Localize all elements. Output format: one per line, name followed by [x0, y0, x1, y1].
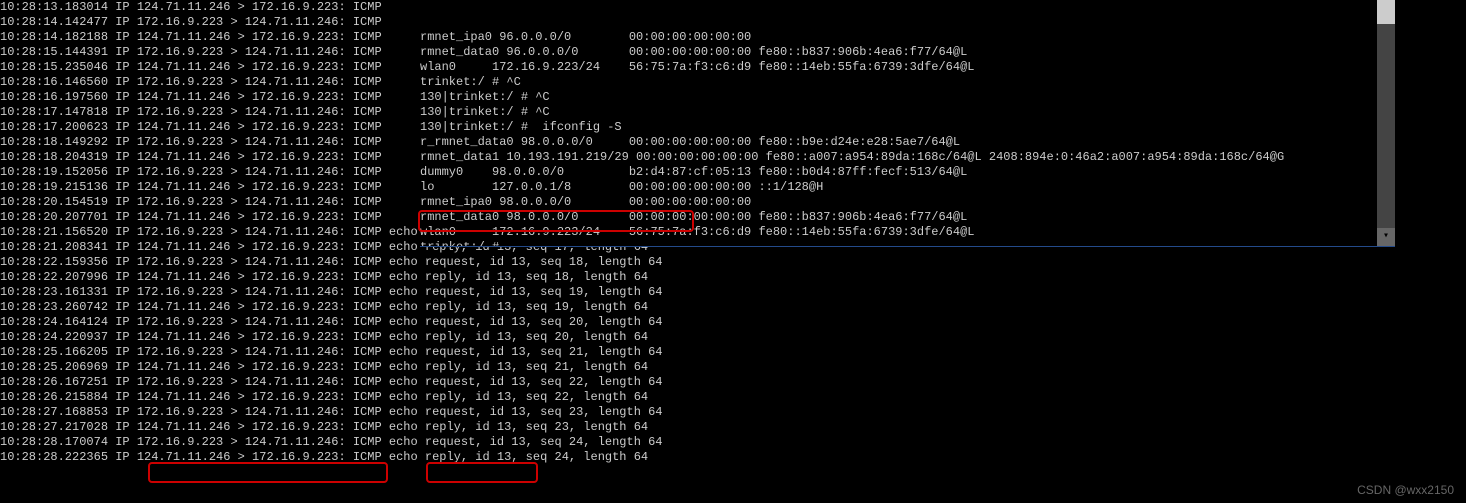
shell-overlay-text: rmnet_ipa0 96.0.0.0/0 00:00:00:00:00:00 …	[420, 30, 1395, 247]
tcpdump-bottom: 10:28:21.208341 IP 124.71.11.246 > 172.1…	[0, 240, 663, 465]
tcpdump-left: 10:28:13.183014 IP 124.71.11.246 > 172.1…	[0, 0, 420, 240]
scrollbar-thumb[interactable]	[1377, 0, 1395, 24]
highlight-ip-pair	[148, 462, 388, 483]
highlight-echo-request	[426, 462, 538, 483]
scrollbar-down-icon[interactable]: ▾	[1377, 228, 1395, 246]
watermark: CSDN @wxx2150	[1357, 483, 1454, 497]
overlay-scrollbar[interactable]: ▾	[1377, 0, 1395, 246]
shell-overlay: rmnet_ipa0 96.0.0.0/0 00:00:00:00:00:00 …	[420, 0, 1395, 247]
